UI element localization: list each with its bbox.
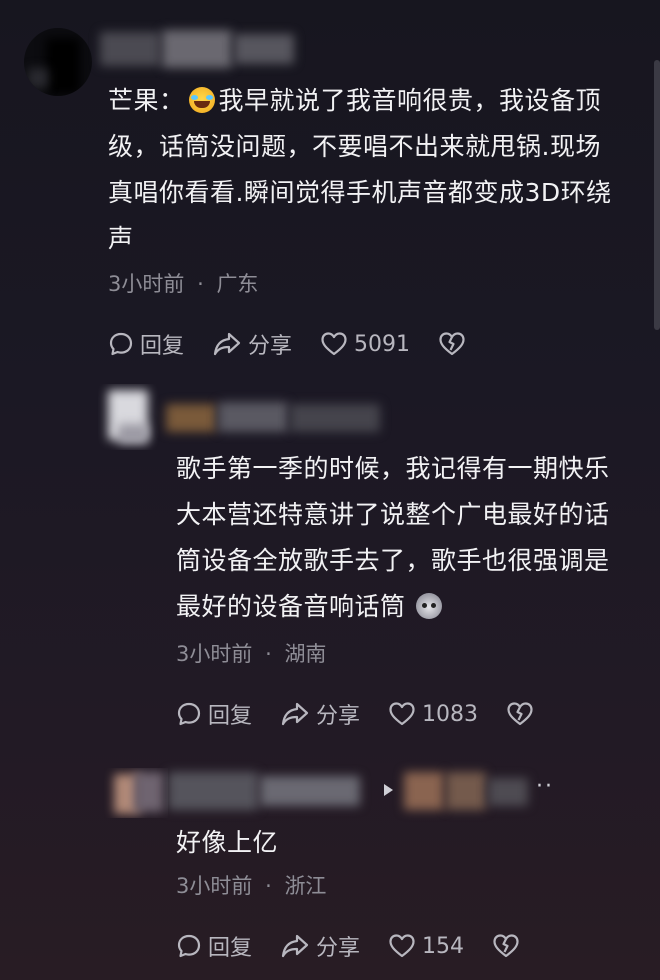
share-button[interactable]: 分享 bbox=[280, 930, 360, 962]
like-count: 5091 bbox=[354, 331, 411, 357]
comment-line: 我早就说了我音响很贵，我设备顶 bbox=[218, 86, 602, 115]
dislike-button[interactable] bbox=[438, 331, 472, 357]
comment-text: 芒果： 我早就说了我音响很贵，我设备顶 级，话筒没问题，不要唱不出来就甩锅.现场 … bbox=[108, 78, 638, 262]
like-count: 1083 bbox=[422, 701, 479, 727]
comment-text: 好像上亿 bbox=[176, 820, 646, 866]
avatar[interactable] bbox=[98, 384, 164, 450]
comment-line: 筒设备全放歌手去了，歌手也很强调是 bbox=[176, 546, 610, 575]
more-options-label: ·· bbox=[536, 774, 554, 799]
share-arrow-icon bbox=[281, 934, 309, 958]
avatar[interactable] bbox=[104, 768, 168, 818]
comment-line: 大本营还特意讲了说整个广电最好的话 bbox=[176, 500, 610, 529]
username-redacted[interactable] bbox=[166, 400, 386, 434]
comment-line: 最好的设备音响话筒 bbox=[176, 592, 406, 621]
comment-time: 3小时前 bbox=[108, 272, 185, 296]
share-arrow-icon bbox=[281, 702, 309, 726]
laughing-face-emoji bbox=[188, 87, 215, 113]
meta-separator: · bbox=[197, 272, 204, 296]
reply-bubble-icon bbox=[109, 332, 133, 356]
author-prefix: 芒果： bbox=[108, 86, 185, 115]
share-button[interactable]: 分享 bbox=[212, 328, 292, 360]
username-redacted[interactable] bbox=[100, 26, 298, 72]
dislike-button[interactable] bbox=[492, 933, 526, 959]
comment-meta: 3小时前 · 广东 bbox=[108, 268, 258, 298]
meta-separator: · bbox=[265, 874, 272, 898]
comment-location: 湖南 bbox=[284, 642, 327, 666]
broken-heart-icon bbox=[439, 332, 465, 356]
reply-button[interactable]: 回复 bbox=[176, 698, 252, 730]
share-label: 分享 bbox=[316, 704, 361, 729]
scrollbar[interactable] bbox=[654, 60, 660, 330]
like-button[interactable]: 5091 bbox=[320, 331, 410, 357]
comment-meta: 3小时前 · 湖南 bbox=[176, 638, 326, 668]
comment-time: 3小时前 bbox=[176, 874, 253, 898]
comment-time: 3小时前 bbox=[176, 642, 253, 666]
avatar[interactable] bbox=[24, 28, 92, 96]
reply-bubble-icon bbox=[177, 702, 201, 726]
cat-face-emoji bbox=[415, 593, 442, 619]
reply-bubble-icon bbox=[177, 934, 201, 958]
comment-meta: 3小时前 · 浙江 bbox=[176, 870, 326, 900]
like-button[interactable]: 154 bbox=[388, 933, 464, 959]
reply-label: 回复 bbox=[140, 334, 185, 359]
heart-icon bbox=[321, 332, 347, 356]
heart-icon bbox=[389, 934, 415, 958]
comment-location: 广东 bbox=[216, 272, 259, 296]
reply-arrow-icon bbox=[384, 784, 393, 796]
comment-line: 声 bbox=[108, 224, 134, 253]
reply-target-redacted[interactable] bbox=[404, 768, 534, 814]
comment-location: 浙江 bbox=[284, 874, 327, 898]
reply-label: 回复 bbox=[208, 936, 253, 961]
share-label: 分享 bbox=[248, 334, 293, 359]
reply-button[interactable]: 回复 bbox=[108, 328, 184, 360]
meta-separator: · bbox=[265, 642, 272, 666]
like-button[interactable]: 1083 bbox=[388, 701, 478, 727]
more-options-button[interactable]: ·· bbox=[536, 774, 554, 799]
comment-actions: 回复 分享 5091 bbox=[108, 328, 500, 360]
comment-actions: 回复 分享 154 bbox=[176, 930, 554, 962]
share-label: 分享 bbox=[316, 936, 361, 961]
reply-label: 回复 bbox=[208, 704, 253, 729]
reply-button[interactable]: 回复 bbox=[176, 930, 252, 962]
like-count: 154 bbox=[422, 933, 465, 959]
comment-line: 歌手第一季的时候，我记得有一期快乐 bbox=[176, 454, 610, 483]
comment-line: 级，话筒没问题，不要唱不出来就甩锅.现场 bbox=[108, 132, 601, 161]
heart-icon bbox=[389, 702, 415, 726]
username-redacted[interactable] bbox=[168, 768, 368, 814]
comment-line: 真唱你看看.瞬间觉得手机声音都变成3D环绕 bbox=[108, 178, 612, 207]
share-arrow-icon bbox=[213, 332, 241, 356]
dislike-button[interactable] bbox=[506, 701, 540, 727]
comment-text: 歌手第一季的时候，我记得有一期快乐 大本营还特意讲了说整个广电最好的话 筒设备全… bbox=[176, 446, 646, 630]
comment-actions: 回复 分享 1083 bbox=[176, 698, 568, 730]
comment-line: 好像上亿 bbox=[176, 828, 279, 857]
broken-heart-icon bbox=[507, 702, 533, 726]
share-button[interactable]: 分享 bbox=[280, 698, 360, 730]
broken-heart-icon bbox=[493, 934, 519, 958]
